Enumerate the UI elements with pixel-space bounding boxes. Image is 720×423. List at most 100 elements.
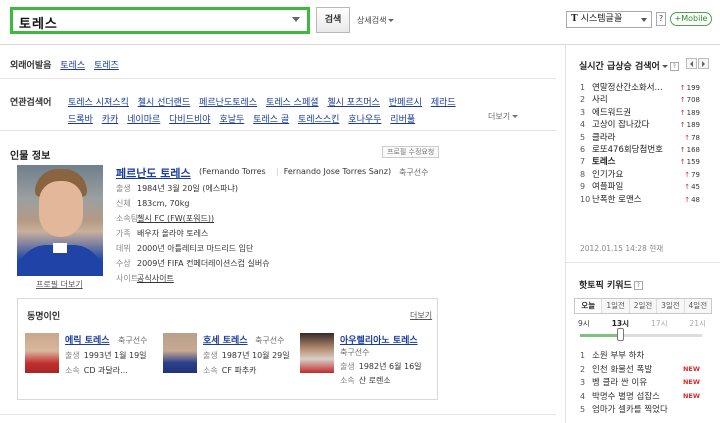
search-button[interactable]: 검색	[316, 7, 350, 33]
hot-keyword-item[interactable]: 2 인천 화물선 폭발 NEW	[580, 363, 700, 377]
realtime-keyword[interactable]: 에드워드권	[592, 108, 631, 118]
related-search-link[interactable]: 다비드비야	[169, 115, 210, 125]
realtime-item[interactable]: 3 에드워드권 ↑189	[580, 107, 700, 119]
related-search-link[interactable]: 카카	[102, 115, 119, 125]
related-search-link[interactable]: 반페르시	[389, 98, 422, 108]
foreign-link[interactable]: 토레즈	[94, 61, 119, 71]
hot-keyword-text[interactable]: 엄마가 셀카를 찍었다	[592, 405, 668, 415]
realtime-keyword[interactable]: 토레스	[592, 157, 615, 167]
realtime-keyword[interactable]: 사리	[592, 95, 608, 105]
prev-arrow-icon[interactable]	[686, 58, 697, 69]
mobile-button[interactable]: +Mobile	[670, 12, 712, 26]
hot-keyword-tab[interactable]: 1일전	[601, 299, 629, 313]
hot-keyword-tab[interactable]: 4일전	[683, 299, 712, 313]
person-name-link[interactable]: 페르난도 토레스	[116, 165, 191, 181]
realtime-keyword[interactable]: 연말정산간소화서...	[592, 83, 663, 93]
realtime-item[interactable]: 9 여플파일 ↑45	[580, 181, 700, 193]
realtime-item[interactable]: 7 토레스 ↑159	[580, 156, 700, 168]
realtime-keyword[interactable]: 인기가요	[592, 170, 623, 180]
info-value: 2009년 FIFA 컨페더레이션스컵 실버슈	[137, 259, 270, 268]
hot-keyword-text[interactable]: 박명수 별명 섭잡스	[592, 392, 660, 402]
font-icon: T	[571, 14, 578, 24]
namesake-photo[interactable]	[163, 333, 197, 373]
hot-keyword-item[interactable]: 1 소원 부부 하차	[580, 349, 700, 363]
realtime-item[interactable]: 6 로또476회당첨번호 ↑168	[580, 144, 700, 156]
related-search-link[interactable]: 토레스스킨	[298, 115, 339, 125]
help-icon[interactable]: ?	[633, 281, 643, 290]
realtime-keyword[interactable]: 고상이 잡나갔다	[592, 120, 649, 130]
related-search-link[interactable]: 토레스 골	[253, 115, 289, 125]
official-site-link[interactable]: 공식사이트	[137, 274, 174, 283]
time-label[interactable]: 17시	[651, 318, 667, 329]
realtime-item[interactable]: 8 인기가요 ↑79	[580, 169, 700, 181]
related-search-link[interactable]: 첼시 선더랜드	[138, 98, 191, 108]
time-label[interactable]: 9시	[578, 318, 590, 329]
hot-keyword-text[interactable]: 소원 부부 하차	[592, 351, 644, 361]
help-icon[interactable]: ?	[669, 62, 679, 71]
realtime-keyword[interactable]: 난폭한 로맨스	[592, 195, 642, 205]
info-row: 가족 배우자 올라야 토레스	[116, 228, 270, 243]
person-info-table: 출생 1984년 3월 20일 (에스파냐) 신체 183cm, 70kg 소속팀첼…	[116, 183, 270, 288]
info-key: 데뷔	[116, 244, 131, 253]
info-value-link[interactable]: 첼시 FC (FW(포워드))	[137, 214, 214, 223]
realtime-keyword[interactable]: 클라라	[592, 133, 615, 143]
rank-change-value: 708	[686, 96, 700, 105]
related-search-link[interactable]: 페르난도토레스	[199, 98, 257, 108]
related-search-link[interactable]: 토레스 스페셜	[266, 98, 319, 108]
namesake-name-link[interactable]: 호세 토레스	[203, 333, 248, 346]
realtime-keyword[interactable]: 로또476회당첨번호	[592, 145, 663, 155]
namesake-info-key: 출생	[340, 362, 355, 371]
up-arrow-icon: ↑	[679, 96, 686, 105]
help-button[interactable]: ?	[656, 12, 666, 26]
time-label[interactable]: 21시	[690, 318, 706, 329]
realtime-keyword[interactable]: 여플파일	[592, 182, 623, 192]
person-photo[interactable]	[17, 165, 103, 276]
info-row: 소속팀첼시 FC (FW(포워드))	[116, 213, 270, 228]
rank-change-value: 199	[686, 84, 700, 92]
rank-number: 1	[580, 83, 586, 92]
related-search-link[interactable]: 제라드	[431, 98, 456, 108]
search-input[interactable]: 토레스	[10, 7, 310, 34]
namesake-name-link[interactable]: 에릭 토레스	[65, 333, 110, 346]
related-search-link[interactable]: 드록바	[68, 115, 93, 125]
related-more-button[interactable]: 더보기	[488, 111, 519, 122]
detail-search-link[interactable]: 상세검색	[357, 15, 395, 26]
detail-search-label: 상세검색	[357, 16, 387, 25]
realtime-title[interactable]: 실시간 급상승 검색어?	[579, 59, 679, 72]
realtime-item[interactable]: 10 난폭한 로맨스 ↑48	[580, 194, 700, 206]
hot-keyword-tab[interactable]: 3일전	[656, 299, 684, 313]
hot-keyword-tab[interactable]: 오늘	[575, 299, 602, 313]
related-search-link[interactable]: 첼시 포츠머스	[327, 98, 380, 108]
namesake-info-key: 소속	[65, 366, 80, 375]
time-slider-handle[interactable]	[617, 328, 624, 341]
hot-keyword-list: 1 소원 부부 하차 2 인천 화물선 폭발 NEW 3 벵 클라 싼 이유 NEW 4 박명수 …	[580, 349, 700, 417]
font-select[interactable]: T 시스템글꼴	[566, 11, 652, 28]
namesake-name-link[interactable]: 아우렐리아노 토레스	[340, 333, 418, 346]
realtime-item[interactable]: 2 사리 ↑708	[580, 94, 700, 106]
realtime-item[interactable]: 1 연말정산간소화서... ↑199	[580, 82, 700, 94]
related-search-link[interactable]: 호날두	[219, 115, 244, 125]
profile-edit-request-button[interactable]: 프로필 수정요청	[382, 146, 440, 158]
info-row: 출생 1984년 3월 20일 (에스파냐)	[116, 183, 270, 198]
hot-keyword-item[interactable]: 3 벵 클라 싼 이유 NEW	[580, 376, 700, 390]
search-autocomplete-toggle-icon[interactable]	[292, 17, 300, 22]
hot-keyword-item[interactable]: 4 박명수 별명 섭잡스 NEW	[580, 390, 700, 404]
rank-number: 9	[580, 182, 586, 192]
realtime-item[interactable]: 5 클라라 ↑78	[580, 132, 700, 144]
related-search-link[interactable]: 토레스 시져스킥	[68, 98, 129, 108]
hot-keyword-text[interactable]: 인천 화물선 폭발	[592, 365, 652, 375]
namesake-more-link[interactable]: 더보기	[410, 310, 432, 321]
namesake-photo[interactable]	[300, 333, 334, 373]
related-search-link[interactable]: 호나우두	[348, 115, 381, 125]
namesake-photo[interactable]	[25, 333, 59, 373]
realtime-item[interactable]: 4 고상이 잡나갔다 ↑189	[580, 119, 700, 131]
next-arrow-icon[interactable]	[698, 58, 709, 69]
related-search-link[interactable]: 네이마르	[127, 115, 160, 125]
foreign-link[interactable]: 토레스	[60, 61, 85, 71]
hot-keyword-tab[interactable]: 2일전	[628, 299, 657, 313]
related-search-link[interactable]: 리버풀	[390, 115, 415, 125]
namesake-info: 출생 1993년 1월 19일	[65, 350, 147, 361]
hot-keyword-item[interactable]: 5 엄마가 셀카를 찍었다	[580, 403, 700, 417]
profile-more-link[interactable]: 프로필 더보기	[36, 279, 83, 290]
hot-keyword-text[interactable]: 벵 클라 싼 이유	[592, 378, 647, 388]
